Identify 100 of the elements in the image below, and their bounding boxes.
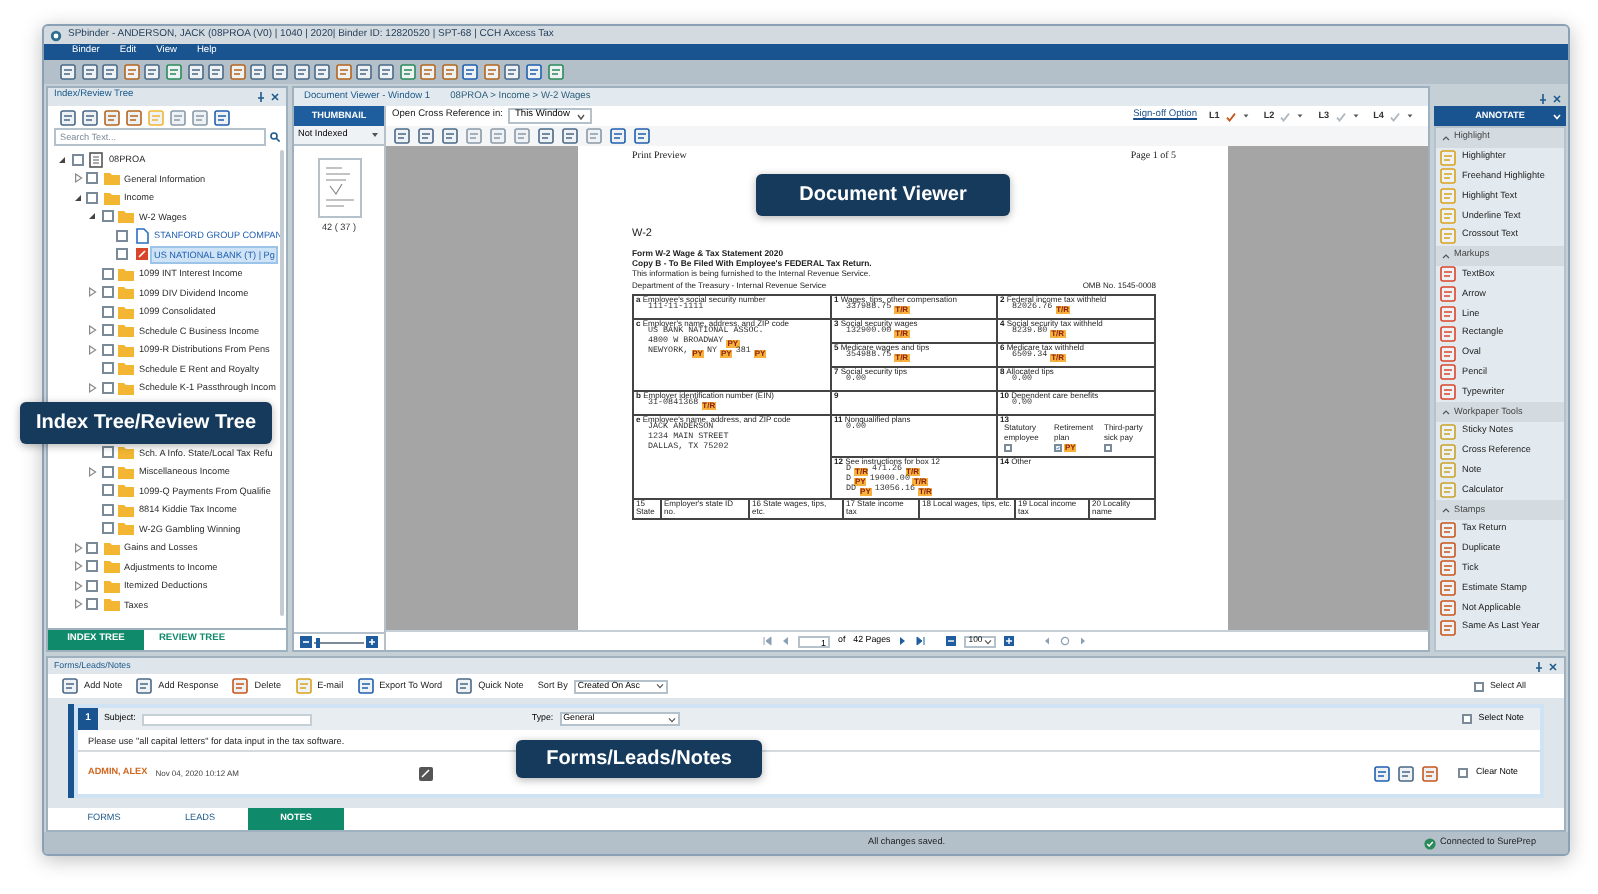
tool-icon[interactable] — [104, 109, 120, 125]
tool-icon[interactable] — [293, 64, 310, 80]
tool-icon[interactable] — [1440, 364, 1456, 381]
check-icon[interactable] — [1390, 111, 1400, 121]
tool-icon[interactable] — [60, 109, 76, 125]
tool-icon[interactable] — [60, 64, 76, 80]
search-icon[interactable] — [270, 132, 280, 142]
tool-icon[interactable] — [394, 128, 410, 144]
tool-icon[interactable] — [62, 678, 78, 694]
tool-icon[interactable] — [250, 64, 267, 80]
tool-icon[interactable] — [420, 64, 437, 80]
tool-icon[interactable] — [1440, 306, 1456, 323]
checkbox[interactable] — [116, 229, 128, 242]
checkbox[interactable] — [101, 484, 113, 497]
previous-page-icon[interactable] — [780, 636, 790, 646]
tool-icon[interactable] — [314, 64, 331, 80]
zoom-out-button[interactable] — [300, 636, 312, 648]
tool-icon[interactable] — [1398, 765, 1414, 781]
expand-arrow-icon[interactable] — [71, 172, 83, 185]
zoom-out-button[interactable] — [946, 636, 957, 646]
expand-arrow-icon[interactable] — [71, 560, 83, 573]
tool-icon[interactable] — [170, 109, 186, 125]
tool-icon[interactable] — [634, 128, 650, 144]
expand-arrow-icon[interactable] — [86, 381, 98, 394]
caret-icon[interactable] — [1406, 112, 1414, 120]
tool-icon[interactable] — [357, 678, 374, 694]
tool-icon[interactable] — [399, 64, 415, 80]
close-icon[interactable] — [270, 92, 280, 102]
checkbox[interactable] — [101, 465, 113, 478]
check-icon[interactable] — [1225, 111, 1236, 121]
checkbox[interactable] — [1104, 443, 1112, 452]
tool-icon[interactable] — [1440, 325, 1456, 342]
tool-icon[interactable] — [1440, 286, 1456, 303]
tool-icon[interactable] — [232, 678, 249, 694]
checkbox[interactable] — [1458, 768, 1468, 778]
tool-icon[interactable] — [441, 64, 458, 80]
next-page-icon[interactable] — [898, 636, 909, 646]
collapse-arrow-icon[interactable] — [71, 191, 83, 204]
zoom-in-button[interactable] — [1004, 636, 1015, 646]
tool-icon[interactable] — [562, 128, 578, 144]
tool-icon[interactable] — [538, 128, 554, 144]
checkbox[interactable] — [86, 560, 98, 573]
checkbox[interactable] — [101, 286, 113, 299]
pin-icon[interactable] — [1534, 661, 1544, 671]
checkbox[interactable] — [86, 172, 98, 185]
tool-icon[interactable] — [456, 678, 473, 694]
check-icon[interactable] — [1280, 111, 1291, 121]
subject-field[interactable] — [141, 713, 312, 725]
tool-icon[interactable] — [208, 64, 225, 80]
tool-icon[interactable] — [1440, 600, 1456, 617]
tool-icon[interactable] — [1440, 560, 1456, 577]
expand-arrow-icon[interactable] — [86, 286, 98, 299]
pin-icon[interactable] — [256, 92, 266, 102]
checkbox[interactable] — [101, 522, 113, 535]
checkbox[interactable] — [116, 248, 128, 261]
checkbox[interactable] — [101, 267, 113, 280]
checkbox[interactable] — [86, 598, 98, 611]
tool-icon[interactable] — [229, 64, 246, 80]
checkbox[interactable] — [86, 541, 98, 554]
zoom-slider-thumb[interactable] — [316, 637, 321, 647]
collapse-arrow-icon[interactable] — [86, 210, 98, 223]
tool-icon[interactable] — [214, 109, 230, 125]
tool-icon[interactable] — [192, 109, 208, 125]
forward-icon[interactable] — [1078, 636, 1089, 646]
tool-icon[interactable] — [335, 64, 352, 80]
tool-icon[interactable] — [1440, 619, 1456, 636]
scrollbar[interactable] — [280, 150, 284, 616]
tool-icon[interactable] — [136, 678, 153, 694]
checkbox[interactable] — [101, 446, 113, 459]
checkbox[interactable] — [101, 210, 113, 223]
tool-icon[interactable] — [356, 64, 373, 80]
tool-icon[interactable] — [462, 64, 479, 80]
chevron-up-icon[interactable] — [1442, 408, 1450, 417]
checkbox[interactable] — [101, 362, 113, 375]
tool-icon[interactable] — [418, 128, 434, 144]
tool-icon[interactable] — [1422, 765, 1438, 781]
tool-icon[interactable] — [165, 64, 182, 80]
close-icon[interactable] — [1548, 661, 1558, 671]
expand-arrow-icon[interactable] — [86, 343, 98, 356]
expand-arrow-icon[interactable] — [86, 324, 98, 337]
close-icon[interactable] — [1552, 94, 1562, 104]
tool-icon[interactable] — [610, 128, 626, 144]
tool-icon[interactable] — [1374, 765, 1390, 781]
tool-icon[interactable] — [187, 64, 204, 80]
back-icon[interactable] — [1042, 636, 1053, 646]
expand-arrow-icon[interactable] — [71, 541, 83, 554]
tool-icon[interactable] — [377, 64, 394, 80]
tool-icon[interactable] — [490, 128, 506, 144]
chevron-down-icon[interactable] — [1552, 111, 1562, 121]
checkbox[interactable] — [1004, 443, 1012, 452]
checkbox[interactable] — [1462, 714, 1473, 724]
tool-icon[interactable] — [514, 128, 530, 144]
edit-note-icon[interactable] — [417, 765, 434, 781]
expand-arrow-icon[interactable] — [71, 579, 83, 592]
chevron-up-icon[interactable] — [1442, 133, 1450, 142]
tool-icon[interactable] — [586, 128, 602, 144]
page-thumbnail[interactable] — [317, 158, 361, 218]
collapse-arrow-icon[interactable] — [56, 153, 68, 166]
tool-icon[interactable] — [466, 128, 482, 144]
check-icon[interactable] — [1335, 111, 1346, 121]
